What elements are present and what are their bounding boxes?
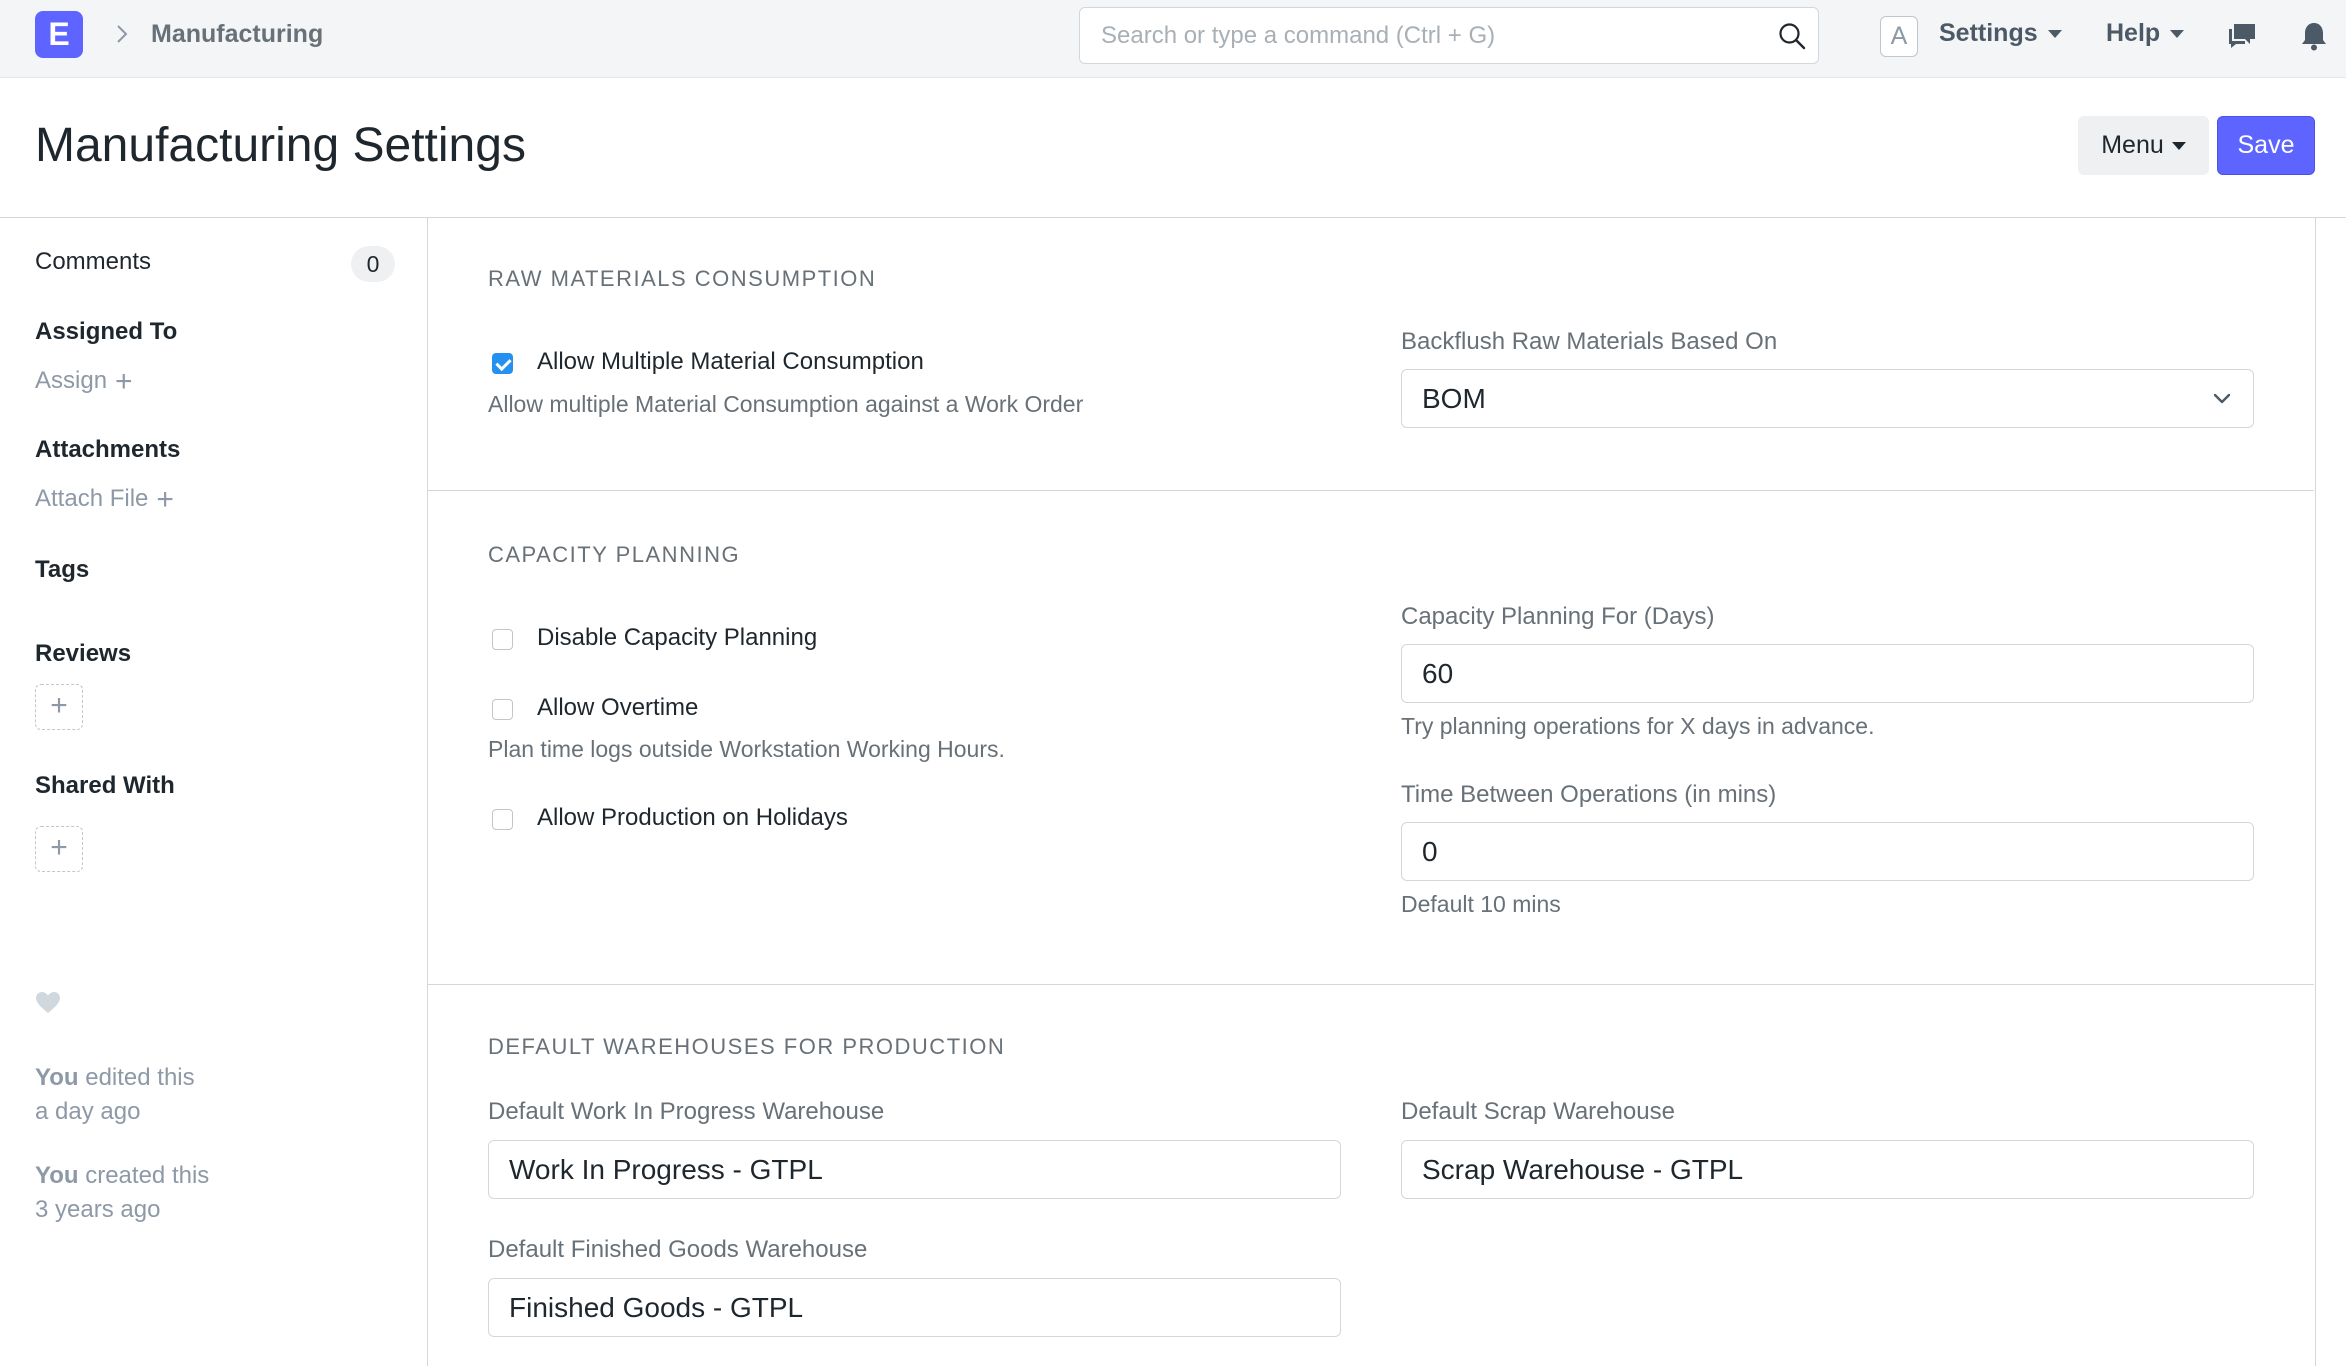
form-body: RAW MATERIALS CONSUMPTION Allow Multiple… bbox=[427, 218, 2316, 1366]
scrap-warehouse-label: Default Scrap Warehouse bbox=[1401, 1098, 1675, 1125]
avatar[interactable]: A bbox=[1880, 16, 1918, 57]
time-between-label: Time Between Operations (in mins) bbox=[1401, 781, 1777, 808]
plus-icon: + bbox=[115, 365, 133, 398]
assign-label: Assign bbox=[35, 367, 108, 394]
form-sidebar: Comments 0 Assigned To Assign + Attachmen… bbox=[0, 218, 427, 1366]
activity-when: a day ago bbox=[35, 1098, 141, 1125]
app-logo[interactable]: E bbox=[35, 11, 83, 58]
menu-button[interactable]: Menu bbox=[2078, 116, 2209, 175]
checkbox-label: Disable Capacity Planning bbox=[537, 624, 818, 651]
page-head: Manufacturing Settings Menu Save bbox=[0, 78, 2346, 218]
checkbox-label: Allow Multiple Material Consumption bbox=[537, 348, 924, 375]
settings-label: Settings bbox=[1939, 19, 2038, 47]
capacity-days-help: Try planning operations for X days in ad… bbox=[1401, 713, 1875, 739]
chat-icon[interactable] bbox=[2225, 19, 2259, 53]
activity-action: edited this bbox=[85, 1064, 195, 1091]
caret-down-icon bbox=[2047, 30, 2062, 39]
activity-when: 3 years ago bbox=[35, 1196, 161, 1223]
activity-action: created this bbox=[85, 1162, 210, 1189]
section-capacity-planning: CAPACITY PLANNING Disable Capacity Plann… bbox=[428, 491, 2314, 985]
backflush-select[interactable] bbox=[1401, 369, 2254, 428]
page-title: Manufacturing Settings bbox=[35, 119, 526, 172]
chevron-down-icon bbox=[2213, 393, 2231, 404]
shared-with-label: Shared With bbox=[35, 772, 175, 799]
capacity-days-input[interactable] bbox=[1401, 644, 2254, 703]
time-between-help: Default 10 mins bbox=[1401, 891, 1561, 917]
search-input[interactable] bbox=[1079, 7, 1819, 64]
capacity-days-label: Capacity Planning For (Days) bbox=[1401, 603, 1715, 630]
scrap-warehouse-input[interactable] bbox=[1401, 1140, 2254, 1199]
wip-warehouse-input[interactable] bbox=[488, 1140, 1341, 1199]
chevron-right-icon bbox=[117, 25, 128, 43]
backflush-label: Backflush Raw Materials Based On bbox=[1401, 328, 1778, 355]
section-raw-materials: RAW MATERIALS CONSUMPTION Allow Multiple… bbox=[428, 218, 2314, 491]
add-review-button[interactable]: + bbox=[35, 684, 83, 730]
help-dropdown[interactable]: Help bbox=[2106, 19, 2185, 48]
checkbox-label: Allow Overtime bbox=[537, 694, 699, 721]
settings-dropdown[interactable]: Settings bbox=[1939, 19, 2062, 48]
attachments-label: Attachments bbox=[35, 436, 181, 463]
comments-count-badge: 0 bbox=[351, 246, 395, 282]
navbar: E Manufacturing A Settings Help bbox=[0, 0, 2346, 78]
activity-created: You created this 3 years ago bbox=[35, 1159, 209, 1227]
checkbox-icon[interactable] bbox=[492, 699, 513, 720]
add-share-button[interactable]: + bbox=[35, 826, 83, 872]
activity-who: You bbox=[35, 1064, 79, 1091]
time-between-input[interactable] bbox=[1401, 822, 2254, 881]
attach-file-label: Attach File bbox=[35, 485, 149, 512]
fg-warehouse-input[interactable] bbox=[488, 1278, 1341, 1337]
sidebar-comments-label[interactable]: Comments bbox=[35, 248, 151, 276]
tags-label[interactable]: Tags bbox=[35, 556, 89, 584]
section-title: DEFAULT WAREHOUSES FOR PRODUCTION bbox=[488, 1034, 1006, 1059]
bell-icon[interactable] bbox=[2297, 19, 2331, 53]
reviews-label: Reviews bbox=[35, 640, 132, 667]
search-icon[interactable] bbox=[1777, 21, 1807, 51]
assign-link[interactable]: Assign + bbox=[35, 365, 133, 399]
caret-down-icon bbox=[2171, 142, 2186, 151]
breadcrumb-manufacturing[interactable]: Manufacturing bbox=[151, 20, 323, 49]
checkbox-label: Allow Production on Holidays bbox=[537, 804, 848, 831]
checkbox-checked-icon[interactable] bbox=[492, 353, 513, 374]
save-button[interactable]: Save bbox=[2217, 116, 2315, 175]
section-title: RAW MATERIALS CONSUMPTION bbox=[488, 266, 877, 291]
menu-label: Menu bbox=[2101, 131, 2164, 159]
assigned-to-label: Assigned To bbox=[35, 318, 178, 345]
section-title: CAPACITY PLANNING bbox=[488, 542, 741, 567]
plus-icon: + bbox=[50, 689, 68, 722]
allow-multiple-help: Allow multiple Material Consumption agai… bbox=[488, 391, 1084, 417]
help-label: Help bbox=[2106, 19, 2161, 47]
overtime-help: Plan time logs outside Workstation Worki… bbox=[488, 736, 1005, 762]
checkbox-icon[interactable] bbox=[492, 629, 513, 650]
wip-warehouse-label: Default Work In Progress Warehouse bbox=[488, 1098, 885, 1125]
checkbox-icon[interactable] bbox=[492, 809, 513, 830]
activity-who: You bbox=[35, 1162, 79, 1189]
backflush-input[interactable] bbox=[1401, 369, 2254, 428]
plus-icon: + bbox=[50, 831, 68, 864]
section-default-warehouses: DEFAULT WAREHOUSES FOR PRODUCTION Defaul… bbox=[428, 985, 2314, 1366]
plus-icon: + bbox=[156, 483, 174, 516]
fg-warehouse-label: Default Finished Goods Warehouse bbox=[488, 1236, 868, 1263]
heart-icon[interactable] bbox=[35, 991, 61, 1015]
attach-file-link[interactable]: Attach File + bbox=[35, 483, 174, 517]
caret-down-icon bbox=[2170, 30, 2185, 39]
activity-edited: You edited this a day ago bbox=[35, 1061, 195, 1129]
